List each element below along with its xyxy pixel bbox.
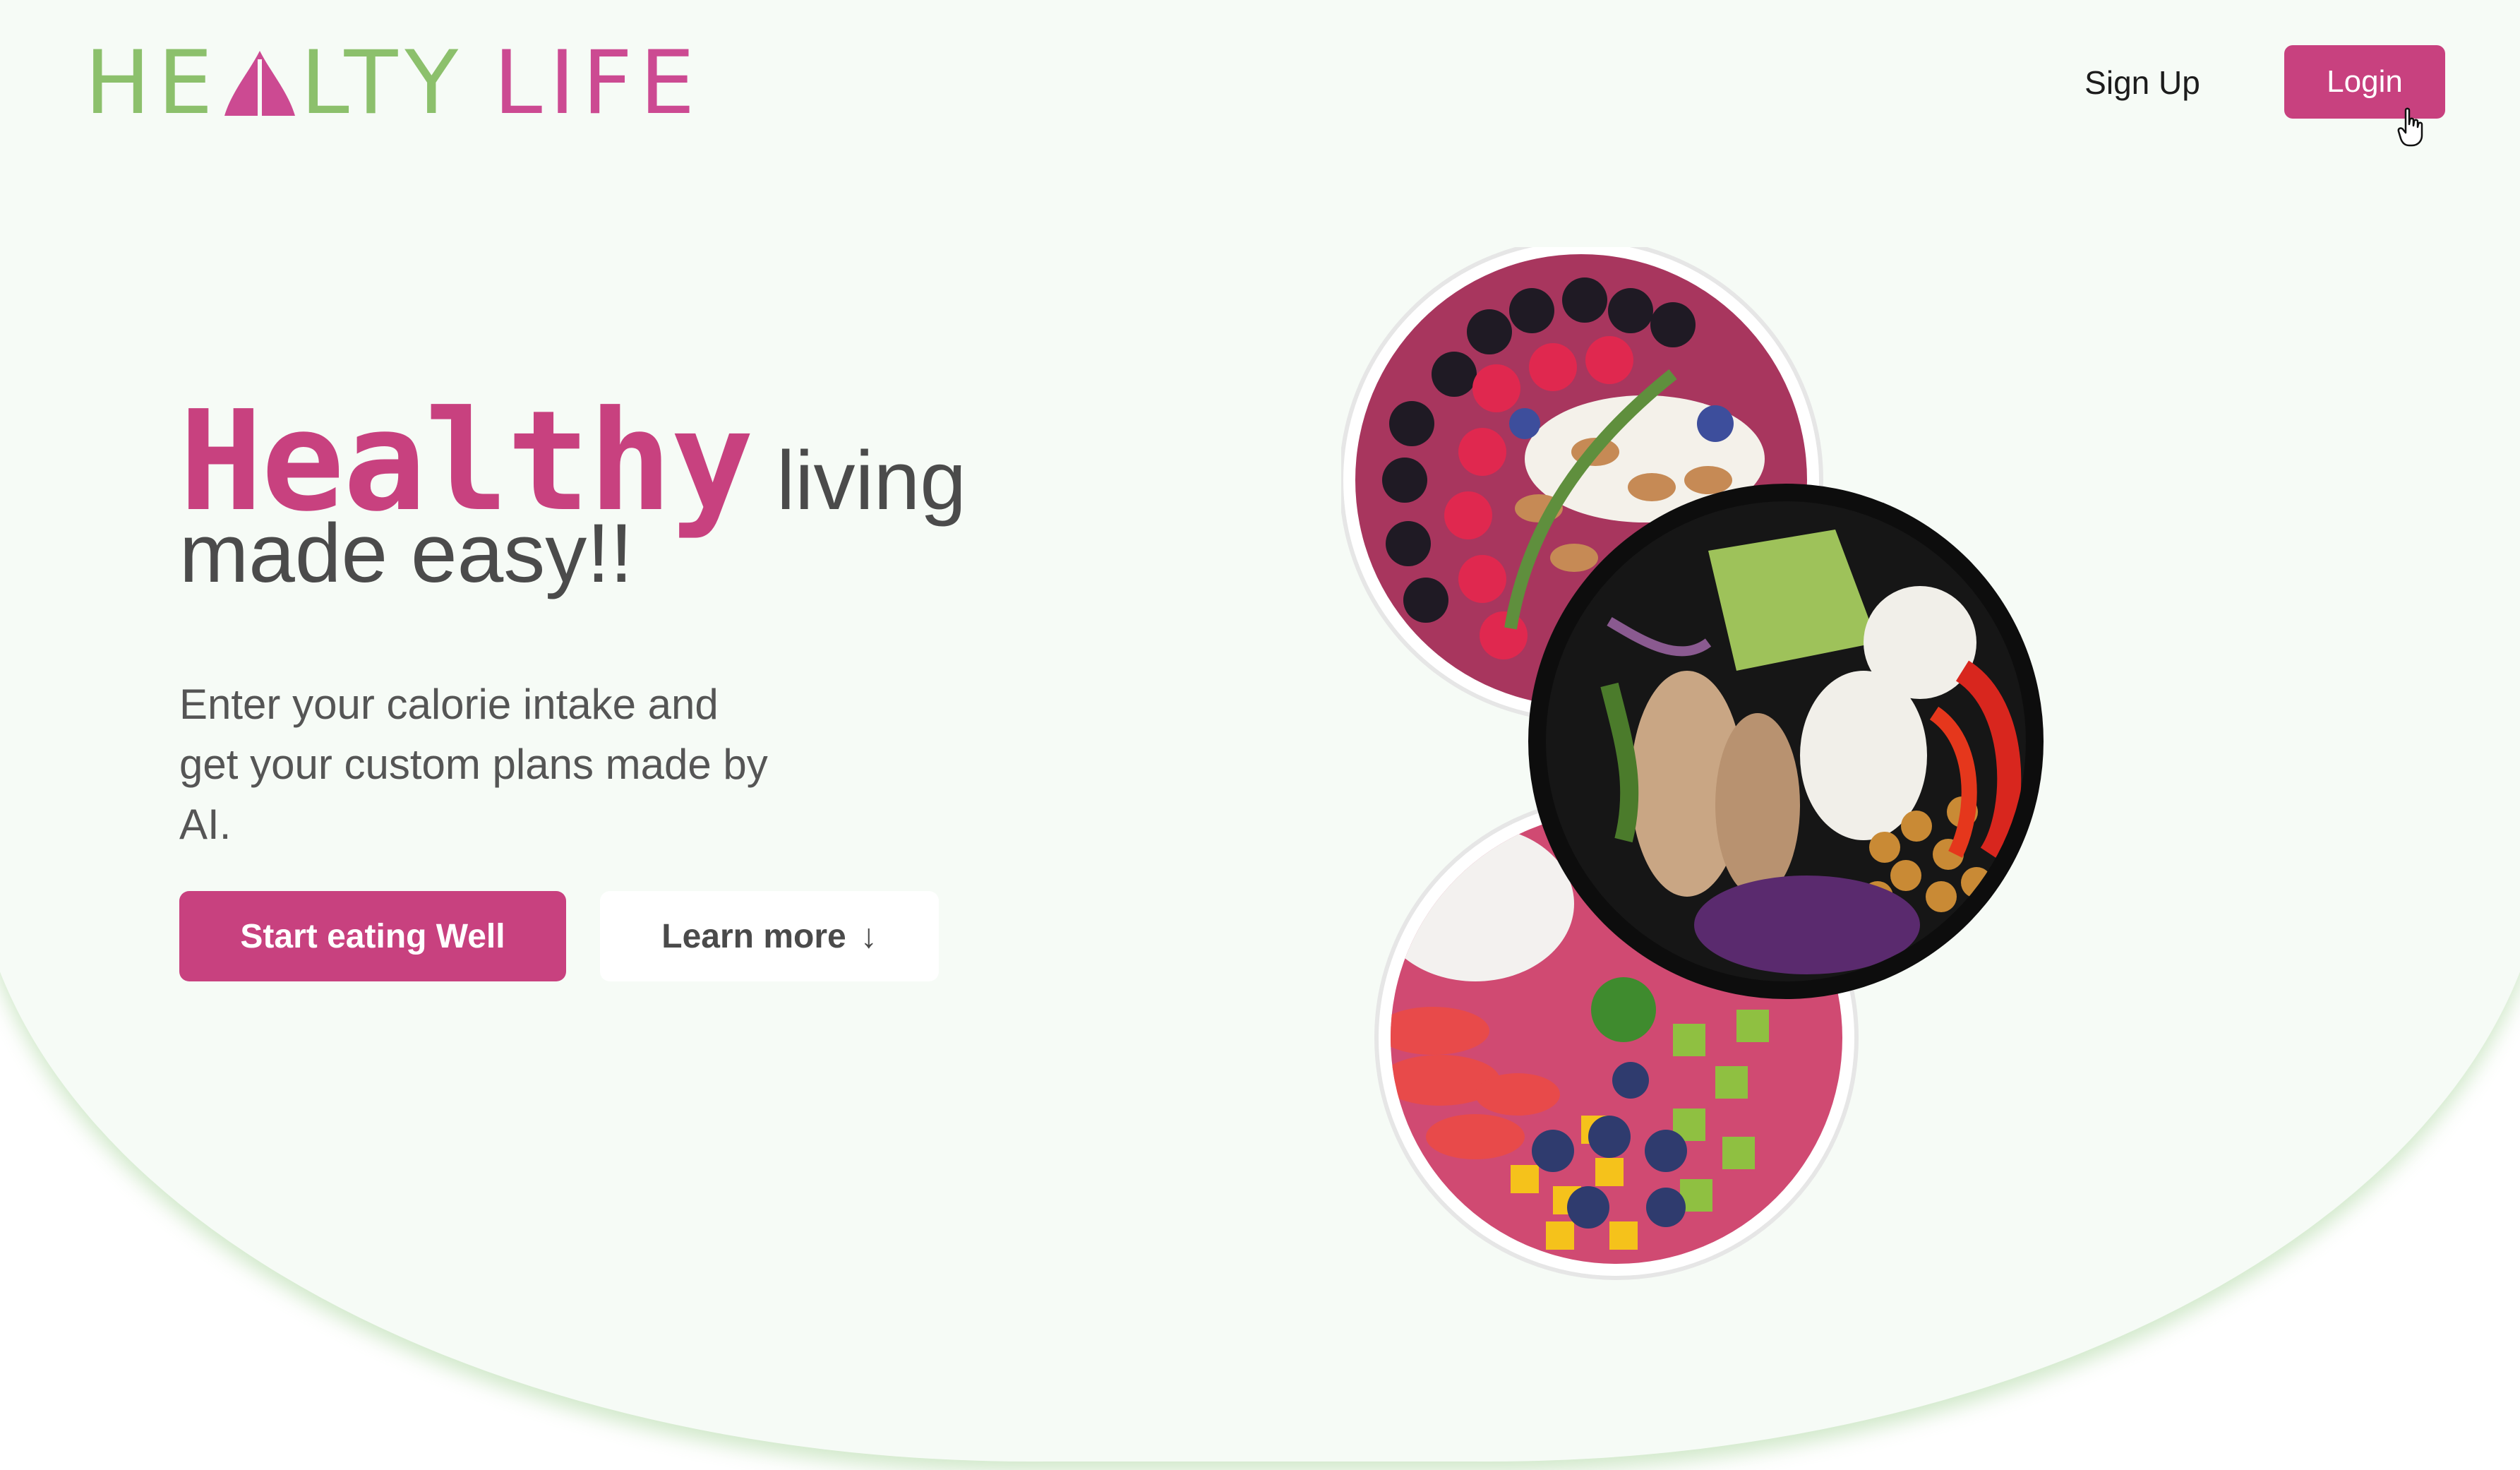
learn-more-label: Learn more <box>661 917 846 955</box>
hero-headline: Healthy living made easy!! <box>179 381 1097 602</box>
headline-rest: living <box>776 434 966 527</box>
hand-pointer-cursor-icon <box>2397 107 2423 147</box>
chicken-bowl-middle <box>1528 484 2044 999</box>
logo-text-life: LIFE <box>493 32 702 134</box>
hero-subtext: Enter your calorie intake and get your c… <box>179 681 768 848</box>
logo-text-he: HE <box>85 32 220 134</box>
logo-text-lty: LTY <box>300 32 466 134</box>
signup-link[interactable]: Sign Up <box>2061 51 2224 114</box>
learn-more-button[interactable]: Learn more ↓ <box>600 891 939 981</box>
start-eating-well-button[interactable]: Start eating Well <box>179 891 566 981</box>
start-eating-well-label: Start eating Well <box>240 917 505 955</box>
landing-page: HE LTY LIFE Sign Up Login Healthy living… <box>0 0 2520 1470</box>
logo-leaf-icon <box>224 51 295 116</box>
food-bowls-image <box>1341 247 2044 1280</box>
logo[interactable]: HE LTY LIFE <box>85 32 702 134</box>
arrow-down-icon: ↓ <box>860 917 877 955</box>
